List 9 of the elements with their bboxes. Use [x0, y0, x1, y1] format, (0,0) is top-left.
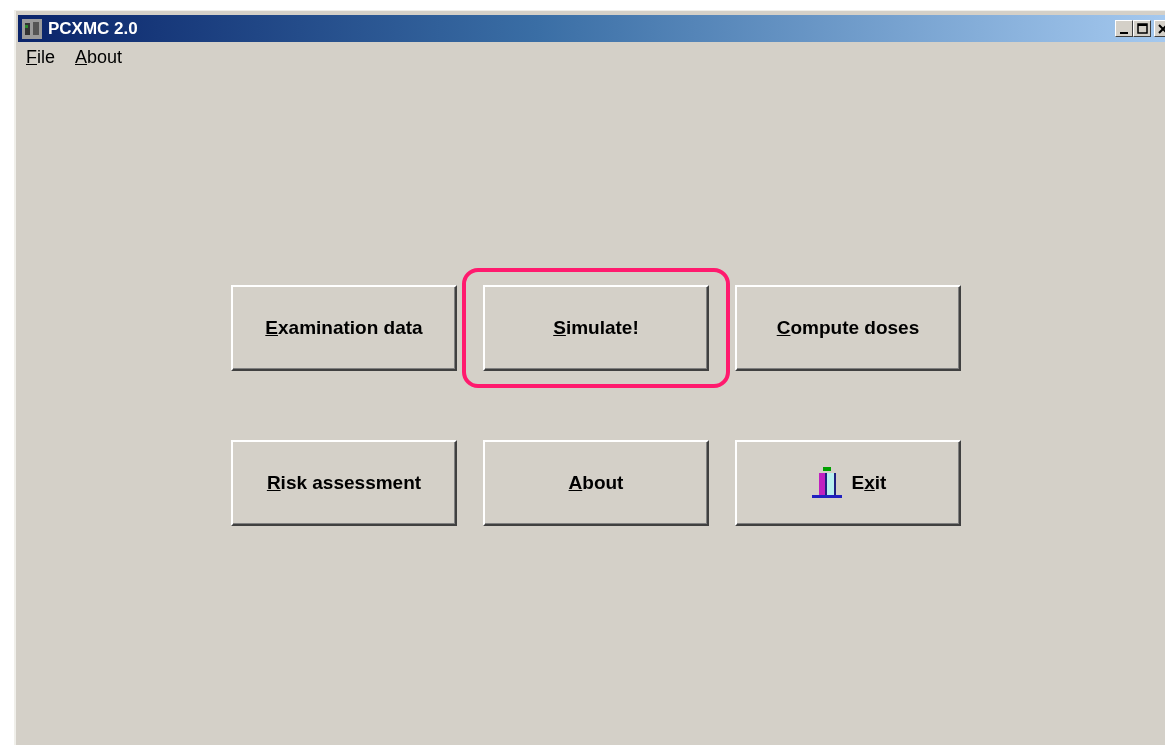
- menu-item[interactable]: About: [75, 47, 123, 69]
- action-button[interactable]: Simulate!: [483, 285, 709, 371]
- action-button[interactable]: About: [483, 440, 709, 526]
- action-button[interactable]: Risk assessment: [231, 440, 457, 526]
- window-title: PCXMC 2.0: [48, 18, 139, 39]
- action-button[interactable]: Compute doses: [735, 285, 961, 371]
- action-button[interactable]: Examination data: [231, 285, 457, 371]
- menu-item[interactable]: File: [26, 47, 55, 69]
- action-button[interactable]: Exit: [735, 440, 961, 526]
